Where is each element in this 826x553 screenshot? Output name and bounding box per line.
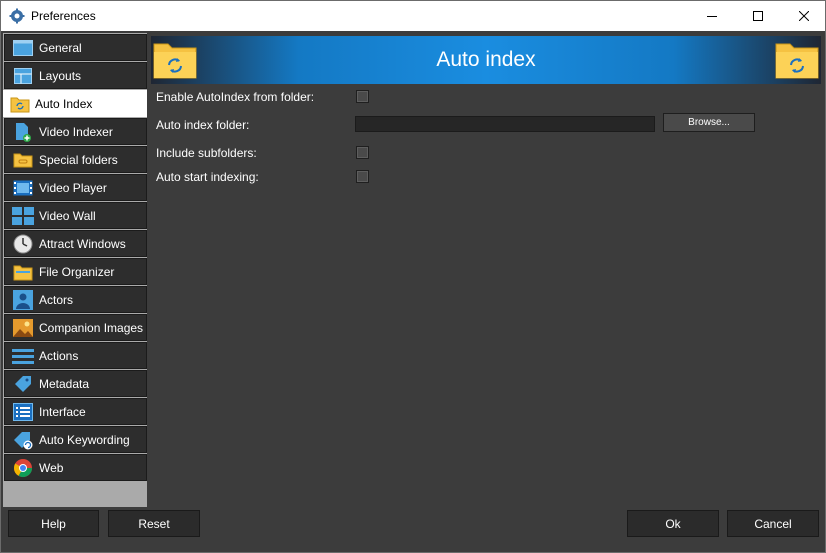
sidebar-item-label: Attract Windows xyxy=(39,236,126,251)
sidebar-item-web[interactable]: Web xyxy=(4,454,147,481)
sidebar-item-attract-windows[interactable]: Attract Windows xyxy=(4,230,147,257)
sidebar-item-file-organizer[interactable]: File Organizer xyxy=(4,258,147,285)
layout-icon xyxy=(12,65,34,87)
ok-button[interactable]: Ok xyxy=(627,510,719,537)
sidebar-item-companion-images[interactable]: Companion Images xyxy=(4,314,147,341)
sidebar-item-label: Special folders xyxy=(39,152,118,167)
list-icon xyxy=(12,345,34,367)
reset-button[interactable]: Reset xyxy=(108,510,200,537)
interface-icon xyxy=(12,401,34,423)
sidebar-item-label: Auto Keywording xyxy=(39,432,130,447)
sidebar-item-label: Actions xyxy=(39,348,79,363)
sidebar-item-label: File Organizer xyxy=(39,264,115,279)
sidebar-item-label: Companion Images xyxy=(39,320,144,335)
sidebar-item-label: Interface xyxy=(39,404,86,419)
auto-index-folder-label: Auto index folder: xyxy=(156,118,250,132)
sidebar-item-general[interactable]: General xyxy=(4,34,147,61)
sidebar-item-metadata[interactable]: Metadata xyxy=(4,370,147,397)
minimize-icon xyxy=(707,16,717,17)
sidebar-item-label: Metadata xyxy=(39,376,90,391)
close-icon xyxy=(799,11,809,21)
browse-button[interactable]: Browse... xyxy=(663,113,755,132)
include-subfolders-label: Include subfolders: xyxy=(156,146,257,160)
help-button[interactable]: Help xyxy=(8,510,99,537)
sidebar-item-special-folders[interactable]: Special folders xyxy=(4,146,147,173)
document-add-icon xyxy=(12,121,34,143)
window-icon xyxy=(12,37,34,59)
tag-refresh-icon xyxy=(12,429,34,451)
sidebar-item-interface[interactable]: Interface xyxy=(4,398,147,425)
page-title: Auto index xyxy=(436,48,536,71)
sidebar-item-label: Video Indexer xyxy=(39,124,113,139)
include-subfolders-checkbox[interactable] xyxy=(356,146,369,159)
sidebar-item-actions[interactable]: Actions xyxy=(4,342,147,369)
close-button[interactable] xyxy=(781,1,826,31)
sidebar: General Layouts Auto Index Video Indexer xyxy=(3,33,147,507)
video-grid-icon xyxy=(12,205,34,227)
sidebar-item-label: Auto Index xyxy=(35,96,93,111)
sidebar-item-label: General xyxy=(39,40,82,55)
sidebar-item-label: Video Player xyxy=(39,180,107,195)
sidebar-item-label: Layouts xyxy=(39,68,82,83)
page-header-banner: Auto index xyxy=(151,36,821,84)
folder-icon xyxy=(12,261,34,283)
sidebar-item-label: Video Wall xyxy=(39,208,96,223)
app-gear-icon xyxy=(9,8,25,24)
folder-link-icon xyxy=(12,149,34,171)
sidebar-item-video-wall[interactable]: Video Wall xyxy=(4,202,147,229)
clock-icon xyxy=(12,233,34,255)
window-title: Preferences xyxy=(31,9,96,23)
preferences-client: General Layouts Auto Index Video Indexer xyxy=(0,31,826,553)
title-bar: Preferences xyxy=(0,0,826,31)
sidebar-item-auto-keywording[interactable]: Auto Keywording xyxy=(4,426,147,453)
auto-start-indexing-checkbox[interactable] xyxy=(356,170,369,183)
auto-start-indexing-label: Auto start indexing: xyxy=(156,170,259,184)
sidebar-item-layouts[interactable]: Layouts xyxy=(4,62,147,89)
sidebar-item-video-indexer[interactable]: Video Indexer xyxy=(4,118,147,145)
folder-sync-icon xyxy=(775,43,819,79)
person-icon xyxy=(12,289,34,311)
browser-icon xyxy=(12,457,34,479)
folder-sync-icon xyxy=(9,93,31,115)
sidebar-item-label: Web xyxy=(39,460,64,475)
cancel-button[interactable]: Cancel xyxy=(727,510,819,537)
auto-index-folder-input[interactable] xyxy=(355,116,655,132)
maximize-button[interactable] xyxy=(735,1,781,31)
film-icon xyxy=(12,177,34,199)
tag-icon xyxy=(12,373,34,395)
maximize-icon xyxy=(753,11,763,21)
enable-autoindex-label: Enable AutoIndex from folder: xyxy=(156,90,315,104)
sidebar-item-auto-index[interactable]: Auto Index xyxy=(3,90,147,117)
sidebar-item-label: Actors xyxy=(39,292,74,307)
footer-bar: Help Reset Ok Cancel xyxy=(3,507,823,551)
minimize-button[interactable] xyxy=(689,1,735,31)
sidebar-item-video-player[interactable]: Video Player xyxy=(4,174,147,201)
enable-autoindex-checkbox[interactable] xyxy=(356,90,369,103)
image-icon xyxy=(12,317,34,339)
sidebar-item-actors[interactable]: Actors xyxy=(4,286,147,313)
